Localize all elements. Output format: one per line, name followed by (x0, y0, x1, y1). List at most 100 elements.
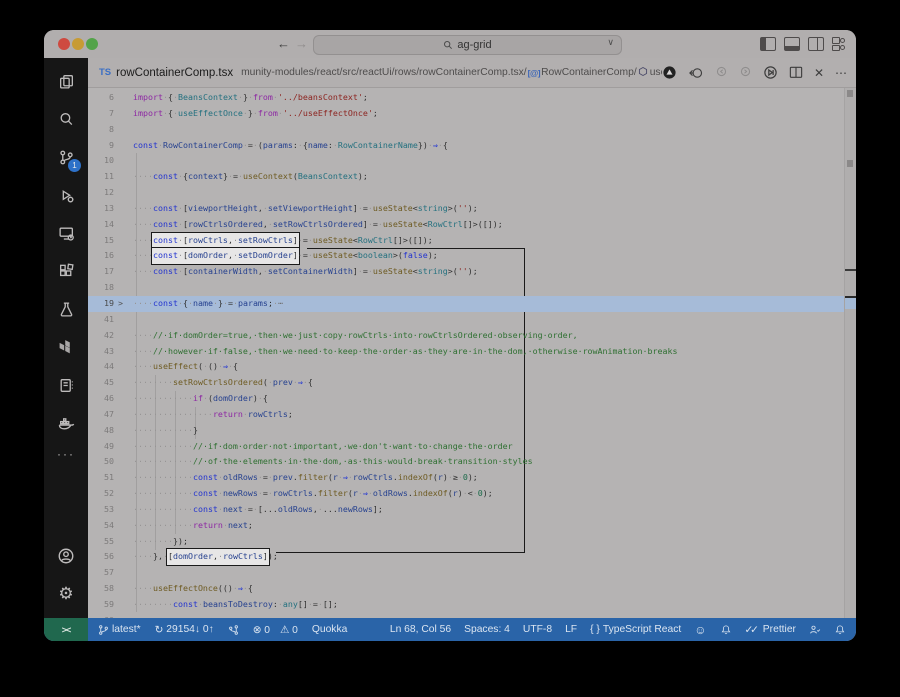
code-line-6[interactable]: 6import·{·BeansContext·}·from·'../beansC… (88, 90, 845, 106)
tab-filename[interactable]: rowContainerComp.tsx (116, 67, 233, 79)
code-line-54[interactable]: 54············return·next; (88, 518, 845, 534)
code-line-44[interactable]: 44····useEffect(·()·⇒·{ (88, 359, 845, 375)
remote-user-icon[interactable] (809, 624, 821, 636)
code-line-49[interactable]: 49············//·if·dom·order·not·import… (88, 439, 845, 455)
code-line-8[interactable]: 8 (88, 122, 845, 138)
terraform-icon[interactable] (52, 333, 80, 361)
prettier-item[interactable]: ✓✓Prettier (745, 624, 796, 636)
code-line-58[interactable]: 58····useEffectOnce(()·⇒·{ (88, 581, 845, 597)
code-line-7[interactable]: 7import·{·useEffectOnce·}·from·'../useEf… (88, 106, 845, 122)
code-line-9[interactable]: 9const·RowContainerComp·=·(params:·{name… (88, 138, 845, 154)
customize-layout-icon[interactable] (832, 37, 846, 49)
maximize-traffic-light[interactable] (86, 38, 98, 50)
code-line-10[interactable]: 10 (88, 153, 845, 169)
scm-badge: 1 (68, 159, 81, 172)
command-center-search[interactable]: ag-grid ∨ (313, 35, 622, 55)
code-lines: 6import·{·BeansContext·}·from·'../beansC… (88, 90, 845, 618)
source-control-icon[interactable]: 1 (52, 143, 80, 171)
code-line-56[interactable]: 56····},·[domOrder,·rowCtrls]); (88, 549, 845, 565)
search-icon (443, 40, 453, 50)
code-line-45[interactable]: 45········setRowCtrlsOrdered(·prev·⇒·{ (88, 375, 845, 391)
overview-ruler[interactable] (844, 88, 856, 618)
split-editor-icon[interactable] (789, 66, 803, 79)
git-sync-item[interactable]: ↻29154↓ 0↑ (155, 624, 214, 636)
more-actions-icon[interactable]: ⋯ (835, 66, 848, 80)
fold-chevron-icon[interactable]: > (114, 296, 127, 312)
remote-explorer-icon[interactable] (52, 219, 80, 247)
language-mode-item[interactable]: { }TypeScript React (590, 624, 681, 635)
code-line-55[interactable]: 55········}); (88, 534, 845, 550)
history-back-icon[interactable]: ← (277, 36, 290, 51)
code-line-41[interactable]: 41 (88, 312, 845, 328)
problems-item[interactable]: ⊗ 0⚠ 0 (253, 624, 298, 636)
ruler-marker (847, 160, 853, 167)
quokka-item[interactable]: Quokka (312, 624, 348, 635)
close-traffic-light[interactable] (58, 38, 70, 50)
breadcrumb-symbol-hook[interactable]: useEffectOnc (650, 67, 662, 78)
eol-item[interactable]: LF (565, 624, 577, 635)
history-forward-icon[interactable]: → (295, 36, 308, 51)
symbol-hexagon-icon (637, 66, 650, 80)
docker-icon[interactable] (52, 409, 80, 437)
explorer-icon[interactable] (52, 67, 80, 95)
run-debug-icon[interactable] (52, 181, 80, 209)
extensions-icon[interactable] (52, 257, 80, 285)
search-icon[interactable] (52, 105, 80, 133)
notebook-icon[interactable] (52, 371, 80, 399)
code-line-16[interactable]: 16····const·[domOrder,·setDomOrder]·=·us… (88, 248, 845, 264)
code-line-53[interactable]: 53············const·next·=·[...oldRows,·… (88, 502, 845, 518)
search-value: ag-grid (457, 39, 491, 51)
breadcrumb-path[interactable]: munity-modules/react/src/reactUi/rows/ro… (241, 67, 527, 78)
code-line-11[interactable]: 11····const·{context}·=·useContext(Beans… (88, 169, 845, 185)
code-line-19[interactable]: 19>····const·{·name·}·=·params;·⋯ (88, 296, 845, 312)
code-line-52[interactable]: 52············const·newRows·=·rowCtrls.f… (88, 486, 845, 502)
code-line-47[interactable]: 47················return·rowCtrls; (88, 407, 845, 423)
ruler-marker (845, 269, 856, 271)
toggle-secondary-sidebar-icon[interactable] (808, 37, 824, 51)
feedback-smiley-icon[interactable]: ☺ (694, 623, 706, 637)
code-line-43[interactable]: 43····//·however·if·false,·then·we·need·… (88, 344, 845, 360)
remote-indicator[interactable]: >< (44, 618, 88, 641)
format-document-icon[interactable] (662, 65, 677, 80)
settings-gear-icon[interactable]: ⚙ (52, 580, 80, 608)
code-editor[interactable]: 6import·{·BeansContext·}·from·'../beansC… (88, 88, 856, 618)
notifications-bell-icon[interactable] (834, 624, 846, 636)
code-line-59[interactable]: 59········const·beansToDestroy:·any[]·=·… (88, 597, 845, 613)
code-line-48[interactable]: 48············} (88, 423, 845, 439)
more-icon[interactable]: ··· (57, 447, 75, 461)
code-line-42[interactable]: 42····//·if·domOrder=true,·then·we·just·… (88, 328, 845, 344)
gitlens-icon[interactable] (228, 624, 239, 636)
sync-icon: ↻ (155, 624, 164, 636)
testing-flask-icon[interactable] (52, 295, 80, 323)
annotation-box: const·[rowCtrls,·setRowCtrls] (152, 233, 299, 249)
toggle-primary-sidebar-icon[interactable] (760, 37, 776, 51)
code-line-46[interactable]: 46············if·(domOrder)·{ (88, 391, 845, 407)
code-line-51[interactable]: 51············const·oldRows·=·prev.filte… (88, 470, 845, 486)
code-line-17[interactable]: 17····const·[containerWidth,·setContaine… (88, 264, 845, 280)
indentation-item[interactable]: Spaces: 4 (464, 624, 510, 635)
typescript-file-icon: TS (99, 67, 111, 78)
breadcrumb-symbol-component[interactable]: RowContainerComp/ (541, 67, 637, 78)
alert-bell-icon[interactable] (720, 624, 732, 636)
symbol-variable-icon: [@] (528, 68, 540, 78)
code-line-13[interactable]: 13····const·[viewportHeight,·setViewport… (88, 201, 845, 217)
code-line-15[interactable]: 15····const·[rowCtrls,·setRowCtrls]·=·us… (88, 233, 845, 249)
chevron-down-icon[interactable]: ∨ (607, 37, 614, 48)
status-bar: >< latest* ↻29154↓ 0↑ ⊗ 0⚠ 0 Quokka Ln 6… (44, 618, 856, 641)
account-icon[interactable] (52, 542, 80, 570)
toggle-panel-icon[interactable] (784, 37, 800, 51)
git-branch-item[interactable]: latest* (98, 624, 141, 636)
cursor-position-item[interactable]: Ln 68, Col 56 (390, 624, 451, 635)
encoding-item[interactable]: UTF-8 (523, 624, 552, 635)
navigate-back-circle-icon[interactable] (688, 66, 704, 80)
code-line-14[interactable]: 14····const·[rowCtrlsOrdered,·setRowCtrl… (88, 217, 845, 233)
code-line-12[interactable]: 12 (88, 185, 845, 201)
minimize-traffic-light[interactable] (72, 38, 84, 50)
breadcrumb[interactable]: munity-modules/react/src/reactUi/rows/ro… (241, 66, 662, 80)
code-line-18[interactable]: 18 (88, 280, 845, 296)
close-icon[interactable]: ✕ (814, 66, 824, 80)
code-line-50[interactable]: 50············//·of·the·elements·in·the·… (88, 454, 845, 470)
code-line-60[interactable]: 60 (88, 613, 845, 618)
run-code-icon[interactable] (763, 65, 778, 80)
code-line-57[interactable]: 57 (88, 565, 845, 581)
